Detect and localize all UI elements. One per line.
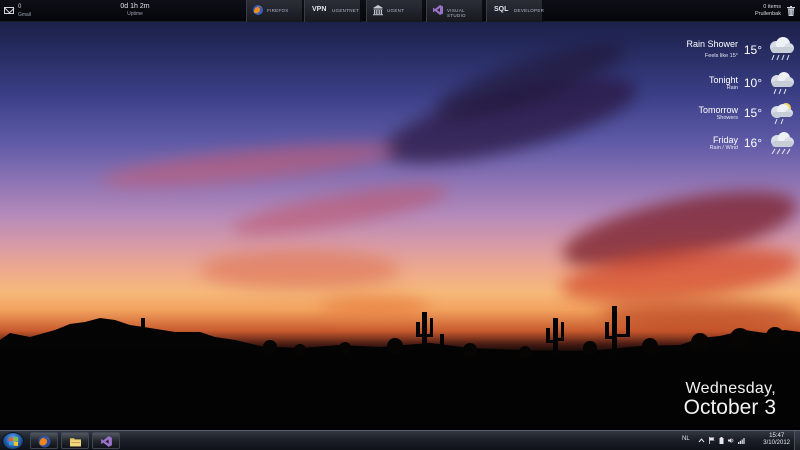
clock-date: 3/10/2012 bbox=[763, 440, 790, 446]
date-day: 3 bbox=[764, 396, 776, 419]
language-indicator[interactable]: NL bbox=[682, 436, 690, 442]
weather-temp: 16° bbox=[743, 136, 762, 150]
rain-cloud-icon bbox=[771, 72, 794, 95]
showers-cloud-icon bbox=[771, 103, 793, 125]
mail-count: 0 bbox=[18, 4, 22, 10]
taskbar-explorer[interactable] bbox=[61, 432, 89, 449]
weather-detail: Feels like 15° bbox=[704, 53, 738, 59]
sql-icon: SQL bbox=[494, 6, 509, 13]
weather-temp: 15° bbox=[743, 106, 762, 120]
launcher-firefox[interactable]: FIREFOX bbox=[246, 0, 303, 22]
show-desktop-button[interactable] bbox=[794, 431, 800, 450]
rain-cloud-icon bbox=[770, 37, 794, 61]
weather-row: Tomorrow Showers 15° bbox=[620, 98, 800, 128]
weather-row: Rain Shower Feels like 15° 15° bbox=[620, 34, 800, 68]
launcher-ugent[interactable]: UGENT bbox=[366, 0, 423, 22]
power-icon[interactable] bbox=[718, 437, 725, 444]
weather-condition: Friday bbox=[712, 135, 738, 145]
system-tray: NL 15:47 3/10/2012 bbox=[670, 431, 800, 450]
signal-icon[interactable] bbox=[738, 437, 745, 444]
launcher-vpn[interactable]: VPN UGENTNET bbox=[304, 0, 361, 22]
vpn-icon: VPN bbox=[312, 6, 327, 13]
weather-widget: Rain Shower Feels like 15° 15° Tonight R… bbox=[620, 34, 800, 158]
taskbar-visual-studio[interactable] bbox=[92, 432, 120, 449]
top-bar: 0 Gmail 0d 1h 2m Uptime FIREFOX VPN UGEN… bbox=[0, 0, 800, 22]
weather-row: Friday Rain / Wind 16° bbox=[620, 128, 800, 158]
weather-temp: 15° bbox=[743, 43, 762, 57]
weather-row: Tonight Rain 10° bbox=[620, 68, 800, 98]
firefox-icon bbox=[38, 435, 51, 448]
weather-detail: Showers bbox=[716, 115, 738, 121]
weather-temp: 10° bbox=[743, 76, 762, 90]
visual-studio-icon bbox=[433, 5, 443, 15]
chevron-up-icon[interactable] bbox=[698, 437, 705, 444]
weather-detail: Rain / Wind bbox=[709, 145, 738, 151]
uptime-label: Uptime bbox=[127, 11, 143, 17]
weather-detail: Rain bbox=[726, 85, 738, 91]
trash-icon bbox=[787, 6, 795, 16]
launcher-label: UGENTNET bbox=[332, 8, 360, 13]
folder-icon bbox=[70, 438, 81, 447]
date-widget: Wednesday, October 3 bbox=[684, 380, 776, 420]
launcher-label: DEVELOPER bbox=[514, 8, 545, 13]
launcher-label: UGENT bbox=[387, 8, 405, 13]
uptime-value: 0d 1h 2m bbox=[120, 3, 150, 10]
date-month: October bbox=[683, 396, 759, 419]
recycle-bin-widget[interactable]: 0 items Prullenbak bbox=[715, 4, 795, 20]
volume-icon[interactable] bbox=[728, 437, 735, 444]
weather-condition: Tonight bbox=[708, 75, 738, 85]
date-month-day: October 3 bbox=[684, 396, 776, 420]
firefox-icon bbox=[253, 5, 263, 15]
uptime-widget: 0d 1h 2m Uptime bbox=[100, 3, 170, 17]
trash-count: 0 items bbox=[763, 4, 781, 10]
rain-wind-cloud-icon bbox=[771, 132, 794, 155]
taskbar-firefox[interactable] bbox=[30, 432, 58, 449]
launcher-label: FIREFOX bbox=[267, 8, 289, 13]
university-building-icon bbox=[373, 5, 383, 16]
start-button[interactable] bbox=[2, 432, 24, 450]
launcher-visual-studio[interactable]: VISUAL STUDIO bbox=[426, 0, 483, 22]
visual-studio-icon bbox=[101, 436, 112, 447]
weather-condition: Tomorrow bbox=[698, 105, 738, 115]
trash-label: Prullenbak bbox=[755, 11, 781, 17]
weather-condition: Rain Shower bbox=[686, 39, 738, 49]
windows-start-icon bbox=[9, 437, 18, 446]
launcher-label: VISUAL STUDIO bbox=[447, 8, 466, 18]
mail-label: Gmail bbox=[18, 12, 32, 18]
taskbar: NL 15:47 3/10/2012 bbox=[0, 430, 800, 450]
clock[interactable]: 15:47 3/10/2012 bbox=[763, 433, 790, 446]
flag-icon[interactable] bbox=[708, 437, 715, 444]
clock-time: 15:47 bbox=[769, 433, 785, 439]
mail-icon bbox=[4, 7, 14, 14]
launcher-sql-developer[interactable]: SQL DEVELOPER bbox=[486, 0, 545, 22]
